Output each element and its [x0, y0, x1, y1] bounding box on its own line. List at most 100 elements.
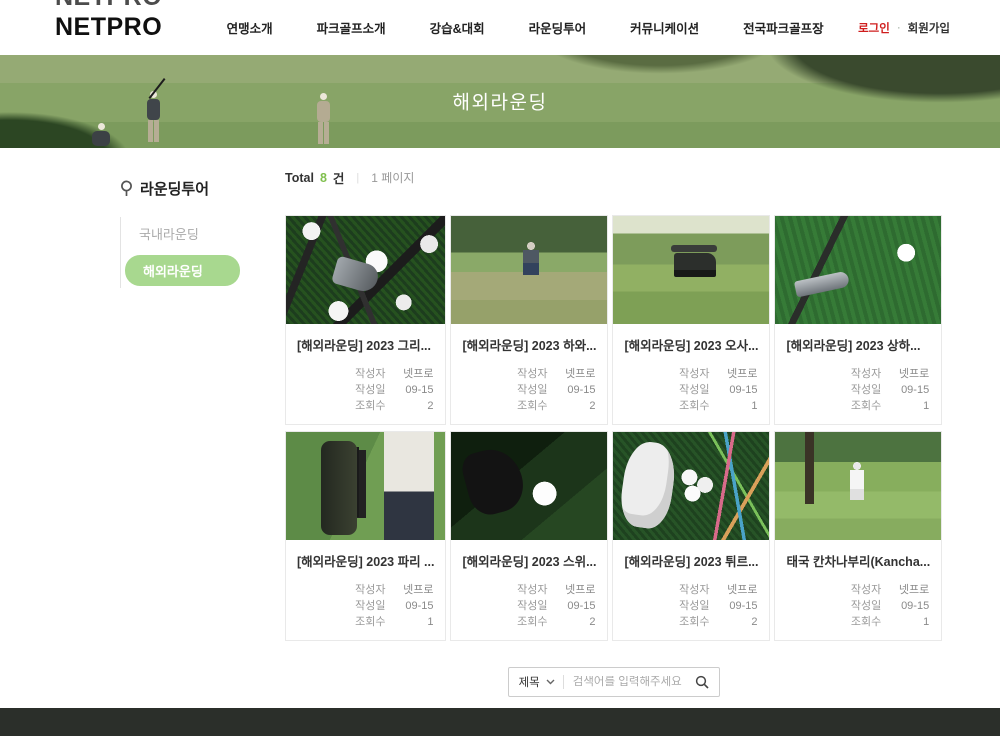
total-unit: 건: [333, 168, 345, 187]
meta-value-date: 09-15: [547, 382, 595, 398]
post-title[interactable]: [해외라운딩] 2023 튀르...: [613, 540, 769, 570]
search-row: 제목: [285, 667, 942, 697]
site-header: NETPRO NETPRO 연맹소개 파크골프소개 강습&대회 라운딩투어 커뮤니케이션…: [0, 0, 1000, 55]
meta-label-author: 작성자: [517, 366, 547, 382]
meta-row-author: 작성자 넷프로: [463, 366, 595, 382]
search-button[interactable]: [691, 675, 719, 689]
meta-value-author: 넷프로: [881, 582, 929, 598]
meta-value-author: 넷프로: [547, 582, 595, 598]
meta-label-author: 작성자: [679, 366, 709, 382]
post-card[interactable]: [해외라운딩] 2023 그리... 작성자 넷프로 작성일 09-15 조회수…: [285, 215, 446, 425]
page-footer: [0, 708, 1000, 736]
meta-label-date: 작성일: [517, 382, 547, 398]
meta-value-views: 2: [547, 614, 595, 630]
meta-label-views: 조회수: [679, 614, 709, 630]
nav-item-0[interactable]: 연맹소개: [227, 18, 273, 37]
meta-row-author: 작성자 넷프로: [787, 582, 929, 598]
main-nav: 연맹소개 파크골프소개 강습&대회 라운딩투어 커뮤니케이션 전국파크골프장: [192, 18, 858, 37]
nav-item-5[interactable]: 전국파크골프장: [743, 18, 824, 37]
logo[interactable]: NETPRO: [55, 13, 162, 42]
sidebar-item-0[interactable]: 국내라운딩: [125, 219, 260, 248]
meta-row-views: 조회수 1: [787, 614, 929, 630]
meta-row-views: 조회수 2: [625, 614, 757, 630]
post-thumbnail[interactable]: [286, 216, 445, 324]
meta-row-date: 작성일 09-15: [625, 598, 757, 614]
logo-ghost-clipped: NETPRO: [55, 0, 162, 12]
meta-label-views: 조회수: [517, 614, 547, 630]
meta-value-views: 2: [547, 398, 595, 414]
meta-label-date: 작성일: [517, 598, 547, 614]
post-card[interactable]: 태국 칸차나부리(Kancha... 작성자 넷프로 작성일 09-15 조회수…: [774, 431, 942, 641]
nav-item-4[interactable]: 커뮤니케이션: [630, 18, 699, 37]
post-title[interactable]: 태국 칸차나부리(Kancha...: [775, 540, 941, 570]
post-card[interactable]: [해외라운딩] 2023 상하... 작성자 넷프로 작성일 09-15 조회수…: [774, 215, 942, 425]
meta-row-author: 작성자 넷프로: [463, 582, 595, 598]
meta-row-date: 작성일 09-15: [787, 382, 929, 398]
post-card[interactable]: [해외라운딩] 2023 튀르... 작성자 넷프로 작성일 09-15 조회수…: [612, 431, 770, 641]
meta-label-views: 조회수: [679, 398, 709, 414]
post-meta: 작성자 넷프로 작성일 09-15 조회수 2: [451, 354, 607, 424]
post-thumbnail[interactable]: [451, 216, 607, 324]
meta-value-views: 1: [385, 614, 433, 630]
page: NETPRO NETPRO 연맹소개파크골프소개강습&대회라운딩투어커뮤니케이션…: [0, 0, 1000, 736]
meta-label-author: 작성자: [355, 366, 385, 382]
nav-item-2[interactable]: 강습&대회: [430, 18, 485, 37]
meta-value-author: 넷프로: [385, 582, 433, 598]
meta-row-date: 작성일 09-15: [463, 382, 595, 398]
post-thumbnail[interactable]: [613, 432, 769, 540]
post-card[interactable]: [해외라운딩] 2023 스위... 작성자 넷프로 작성일 09-15 조회수…: [450, 431, 608, 641]
post-title[interactable]: [해외라운딩] 2023 스위...: [451, 540, 607, 570]
content-area: 라운딩투어 국내라운딩해외라운딩 Total 8 건 | 1 페이지 [해외라운…: [0, 148, 1000, 708]
meta-row-author: 작성자 넷프로: [787, 366, 929, 382]
post-title[interactable]: [해외라운딩] 2023 그리...: [286, 324, 445, 354]
auth-separator: ·: [897, 22, 901, 34]
post-thumbnail[interactable]: [775, 432, 941, 540]
meta-row-author: 작성자 넷프로: [625, 366, 757, 382]
post-card[interactable]: [해외라운딩] 2023 하와... 작성자 넷프로 작성일 09-15 조회수…: [450, 215, 608, 425]
meta-row-date: 작성일 09-15: [625, 382, 757, 398]
meta-row-views: 조회수 2: [463, 614, 595, 630]
meta-label-date: 작성일: [851, 598, 881, 614]
sidebar-item-1[interactable]: 해외라운딩: [125, 255, 240, 286]
search-input[interactable]: [564, 676, 691, 688]
post-title[interactable]: [해외라운딩] 2023 하와...: [451, 324, 607, 354]
meta-row-views: 조회수 1: [625, 398, 757, 414]
post-thumbnail[interactable]: [286, 432, 445, 540]
post-card[interactable]: [해외라운딩] 2023 오사... 작성자 넷프로 작성일 09-15 조회수…: [612, 215, 770, 425]
sidebar-menu: 국내라운딩해외라운딩: [120, 217, 260, 288]
search-bar: 제목: [508, 667, 720, 697]
search-category-select[interactable]: 제목: [509, 674, 563, 690]
nav-item-1[interactable]: 파크골프소개: [317, 18, 386, 37]
meta-row-author: 작성자 넷프로: [298, 582, 433, 598]
meta-row-views: 조회수 1: [787, 398, 929, 414]
sidebar-title: 라운딩투어: [120, 178, 260, 199]
post-meta: 작성자 넷프로 작성일 09-15 조회수 1: [286, 570, 445, 640]
auth-links: 로그인 · 회원가입: [858, 20, 950, 36]
nav-item-3[interactable]: 라운딩투어: [529, 18, 587, 37]
signup-link[interactable]: 회원가입: [908, 20, 950, 36]
meta-label-date: 작성일: [851, 382, 881, 398]
post-thumbnail[interactable]: [775, 216, 941, 324]
post-thumbnail[interactable]: [451, 432, 607, 540]
page-title: 해외라운딩: [0, 87, 1000, 114]
meta-value-author: 넷프로: [881, 366, 929, 382]
total-label: Total: [285, 171, 314, 185]
meta-value-views: 1: [881, 398, 929, 414]
post-title[interactable]: [해외라운딩] 2023 파리 ...: [286, 540, 445, 570]
meta-label-author: 작성자: [517, 582, 547, 598]
meta-value-author: 넷프로: [385, 366, 433, 382]
post-card[interactable]: [해외라운딩] 2023 파리 ... 작성자 넷프로 작성일 09-15 조회…: [285, 431, 446, 641]
meta-row-views: 조회수 2: [298, 398, 433, 414]
meta-value-author: 넷프로: [709, 366, 757, 382]
post-title[interactable]: [해외라운딩] 2023 상하...: [775, 324, 941, 354]
total-row: Total 8 건 | 1 페이지: [285, 162, 942, 187]
post-title[interactable]: [해외라운딩] 2023 오사...: [613, 324, 769, 354]
meta-value-date: 09-15: [385, 598, 433, 614]
meta-value-date: 09-15: [385, 382, 433, 398]
login-link[interactable]: 로그인: [858, 20, 890, 36]
post-thumbnail[interactable]: [613, 216, 769, 324]
meta-row-author: 작성자 넷프로: [298, 366, 433, 382]
meta-label-views: 조회수: [355, 614, 385, 630]
meta-label-views: 조회수: [851, 398, 881, 414]
hero-banner: 해외라운딩: [0, 55, 1000, 148]
